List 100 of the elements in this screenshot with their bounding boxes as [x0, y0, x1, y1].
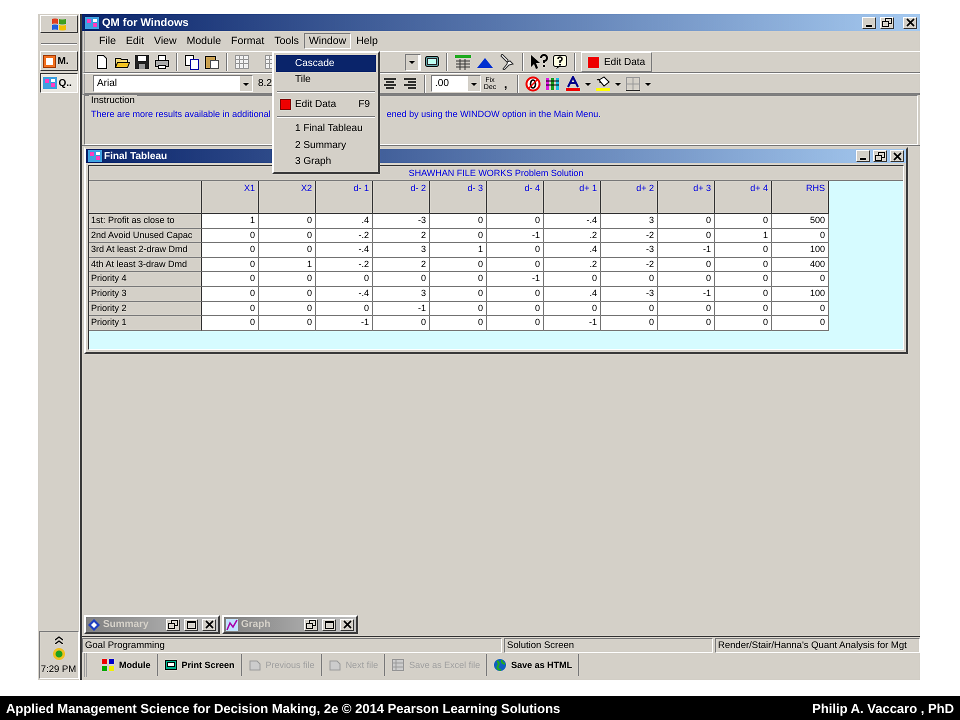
help-icon[interactable] — [552, 54, 568, 70]
table-cell: 1 — [259, 258, 316, 272]
chevron-up-icon[interactable] — [54, 636, 62, 644]
table-cell: 0 — [373, 316, 430, 331]
printer-icon[interactable] — [154, 54, 170, 70]
stop-icon — [588, 56, 599, 68]
menu-option[interactable]: Edit Data F9 — [276, 96, 376, 112]
status-panel: Solution Screen — [504, 638, 713, 653]
panel-legend: Instruction — [89, 95, 137, 106]
paint-bucket-icon[interactable] — [595, 76, 612, 92]
menu-option[interactable]: 2 Summary — [276, 137, 376, 154]
table-cell: 0 — [430, 214, 487, 229]
paste-icon[interactable] — [204, 54, 220, 70]
table-cell: 100 — [772, 243, 829, 258]
close-button[interactable] — [340, 618, 354, 630]
help-pointer-icon[interactable] — [530, 54, 548, 70]
table-cell: 0 — [487, 258, 544, 272]
table-icon[interactable] — [454, 54, 472, 70]
globe-icon — [493, 658, 508, 672]
minimize-button[interactable] — [862, 16, 876, 28]
modules-icon — [101, 658, 115, 672]
maximize-button[interactable] — [322, 618, 336, 630]
table-cell: 2 — [373, 228, 430, 244]
align-right-icon[interactable] — [402, 76, 418, 92]
table-cell: -.4 — [316, 243, 373, 258]
table-cell: 0 — [715, 286, 772, 302]
menu-item[interactable]: Format — [226, 33, 270, 49]
menu-item[interactable]: Tools — [269, 33, 304, 49]
restore-button[interactable] — [304, 618, 318, 630]
column-header: RHS — [772, 181, 829, 214]
save-icon[interactable] — [134, 54, 150, 70]
decimals-dropdown[interactable]: .00 — [431, 75, 481, 92]
chart-icon — [226, 618, 238, 630]
border-icon[interactable] — [625, 76, 642, 92]
close-button[interactable] — [202, 618, 216, 630]
monitor-icon[interactable] — [424, 54, 440, 70]
restore-icon — [874, 150, 886, 162]
row-label: 3rd At least 2-draw Dmd — [89, 243, 202, 258]
menu-item[interactable]: File — [94, 33, 121, 49]
table-cell: .4 — [316, 214, 373, 229]
table-cell: 0 — [259, 214, 316, 229]
menu-item[interactable]: Module — [182, 33, 226, 49]
close-button[interactable] — [890, 150, 904, 162]
table-cell: 0 — [715, 243, 772, 258]
column-header: d- 4 — [487, 181, 544, 214]
close-button[interactable] — [903, 16, 917, 28]
menu-item[interactable]: Help — [351, 33, 383, 49]
menu-item[interactable]: View — [149, 33, 182, 49]
copy-icon[interactable] — [184, 54, 200, 70]
table-cell: 100 — [772, 286, 829, 302]
maximize-button[interactable] — [184, 618, 198, 630]
font-color-icon[interactable] — [565, 76, 582, 92]
table-cell: 0 — [487, 243, 544, 258]
taskbar-button[interactable]: M. — [40, 51, 78, 71]
zero-circle-icon[interactable] — [525, 76, 542, 92]
status-panel: Render/Stair/Hanna's Quant Analysis for Mgt — [715, 638, 920, 653]
table-cell: 0 — [259, 286, 316, 302]
start-button[interactable] — [40, 15, 78, 33]
table-cell: -1 — [658, 243, 715, 258]
table-cell: 0 — [601, 272, 658, 287]
window-title: QM for Windows — [102, 16, 189, 28]
table-cell: 0 — [715, 302, 772, 316]
table-cell: 0 — [601, 316, 658, 331]
comma-button[interactable]: , — [499, 76, 512, 90]
table-cell: -.4 — [544, 214, 601, 229]
table-cell: 0 — [772, 316, 829, 331]
table-cell: 3 — [373, 243, 430, 258]
table-cell: 0 — [202, 228, 259, 244]
table-cell: 0 — [430, 272, 487, 287]
menu-option[interactable]: Cascade — [276, 55, 376, 72]
font-dropdown[interactable]: Arial — [93, 75, 253, 92]
diamond-icon — [88, 618, 100, 630]
pin-icon[interactable] — [498, 54, 516, 70]
dropdown-field[interactable] — [405, 54, 421, 70]
menu-item[interactable]: Edit — [120, 33, 150, 49]
align-center-icon[interactable] — [382, 76, 398, 92]
table-cell: 0 — [772, 302, 829, 316]
column-header: d+ 3 — [658, 181, 715, 214]
column-header: d+ 1 — [544, 181, 601, 214]
table-cell: 0 — [715, 214, 772, 229]
table-cell: -3 — [601, 243, 658, 258]
table-cell: 0 — [658, 228, 715, 244]
table-cell: -1 — [316, 316, 373, 331]
table-cell: 0 — [658, 316, 715, 331]
table-cell: .2 — [544, 228, 601, 244]
minimize-button[interactable] — [856, 150, 870, 162]
spreadsheet-icon — [391, 658, 406, 672]
restore-button[interactable] — [880, 16, 894, 28]
row-label: Priority 3 — [89, 286, 202, 302]
edit-data-button[interactable]: Edit Data — [581, 52, 652, 72]
menu-option[interactable]: 1 Final Tableau — [276, 120, 376, 137]
restore-button[interactable] — [166, 618, 180, 630]
table-cell: 0 — [259, 302, 316, 316]
menu-item[interactable]: Window — [304, 33, 352, 49]
new-file-icon[interactable] — [94, 54, 110, 70]
restore-button[interactable] — [873, 150, 887, 162]
columns-icon[interactable] — [545, 76, 562, 92]
page-icon — [248, 658, 262, 672]
table-cell: -3 — [373, 214, 430, 229]
taskbar-button[interactable]: Q.. — [40, 73, 78, 93]
